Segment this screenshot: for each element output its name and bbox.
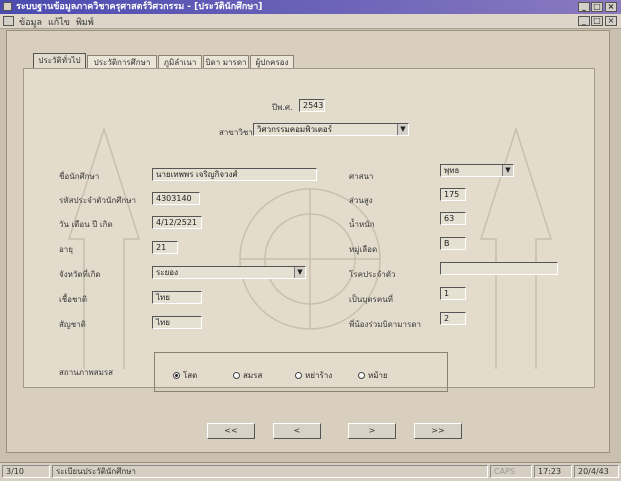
chronic-disease-field[interactable]: [440, 262, 558, 275]
document-icon[interactable]: [3, 16, 14, 26]
nationality-field[interactable]: ไทย: [152, 316, 202, 329]
weight-label: น้ำหนัก: [349, 220, 375, 229]
chevron-down-icon[interactable]: ▼: [397, 124, 408, 135]
child-restore-icon[interactable]: □: [591, 16, 603, 26]
title-bar: ระบบฐานข้อมูลภาควิชาครุศาสตร์วิศวกรรม - …: [0, 0, 621, 14]
menu-data[interactable]: ข้อมูล: [19, 15, 42, 29]
tab-general-history[interactable]: ประวัติทั่วไป: [33, 53, 86, 69]
program-select[interactable]: วิศวกรรมคอมพิวเตอร์ ▼: [253, 123, 409, 136]
first-record-button[interactable]: <<: [207, 423, 255, 439]
marital-married-radio[interactable]: สมรส: [233, 369, 262, 382]
marital-divorced-radio[interactable]: หย่าร้าง: [295, 369, 332, 382]
marital-widowed-radio[interactable]: หม้าย: [358, 369, 388, 382]
child-order-label: เป็นบุตรคนที่: [349, 295, 393, 304]
religion-label: ศาสนา: [349, 172, 374, 181]
nationality-label: สัญชาติ: [59, 320, 86, 329]
chronic-disease-label: โรคประจำตัว: [349, 270, 396, 279]
marital-status-label: สถานภาพสมรส: [59, 368, 114, 377]
birthdate-field[interactable]: 4/12/2521: [152, 216, 202, 229]
menu-edit[interactable]: แก้ไข: [48, 15, 70, 29]
religion-value: พุทธ: [444, 166, 460, 175]
chevron-down-icon[interactable]: ▼: [294, 267, 305, 278]
year-field[interactable]: 2543: [299, 99, 325, 112]
child-minimize-icon[interactable]: _: [578, 16, 590, 26]
student-id-label: รหัสประจำตัวนักศึกษา: [59, 196, 136, 205]
age-field[interactable]: 21: [152, 241, 178, 254]
religion-select[interactable]: พุทธ ▼: [440, 164, 514, 177]
tab-hometown[interactable]: ภูมิลำเนา: [158, 55, 202, 69]
radio-icon: [358, 372, 365, 379]
tab-guardian[interactable]: ผู้ปกครอง: [250, 55, 294, 69]
status-date: 20/4/43: [574, 465, 619, 478]
previous-record-button[interactable]: <: [273, 423, 321, 439]
siblings-label: พี่น้องร่วมบิดามารดา: [349, 320, 422, 329]
radio-label: โสด: [183, 371, 198, 380]
birth-province-value: ระยอง: [156, 268, 178, 277]
caps-indicator: CAPS: [490, 465, 532, 478]
child-close-icon[interactable]: ×: [605, 16, 617, 26]
birth-province-label: จังหวัดที่เกิด: [59, 270, 101, 279]
year-label: ปีพ.ศ.: [272, 103, 293, 112]
program-label: สาขาวิชา: [219, 128, 253, 137]
blood-type-label: หมู่เลือด: [349, 245, 378, 254]
radio-icon: [295, 372, 302, 379]
window-title: ระบบฐานข้อมูลภาควิชาครุศาสตร์วิศวกรรม - …: [16, 2, 263, 12]
radio-label: หม้าย: [368, 371, 388, 380]
height-field[interactable]: 175: [440, 188, 466, 201]
tab-education-history[interactable]: ประวัติการศึกษา: [87, 55, 157, 69]
status-bar: 3/10 ระเบียนประวัตินักศึกษา CAPS 17:23 2…: [0, 462, 621, 481]
menu-bar: ข้อมูล แก้ไข พิมพ์ _ □ ×: [0, 14, 621, 29]
status-time: 17:23: [534, 465, 572, 478]
ethnicity-field[interactable]: ไทย: [152, 291, 202, 304]
record-counter: 3/10: [2, 465, 50, 478]
minimize-icon[interactable]: _: [578, 2, 590, 12]
radio-label: สมรส: [243, 371, 263, 380]
birthdate-label: วัน เดือน ปี เกิด: [59, 220, 113, 229]
next-record-button[interactable]: >: [348, 423, 396, 439]
child-order-field[interactable]: 1: [440, 287, 466, 300]
radio-label: หย่าร้าง: [305, 371, 333, 380]
siblings-field[interactable]: 2: [440, 312, 466, 325]
chevron-down-icon[interactable]: ▼: [502, 165, 513, 176]
ethnicity-label: เชื้อชาติ: [59, 295, 88, 304]
age-label: อายุ: [59, 245, 73, 254]
menu-print[interactable]: พิมพ์: [76, 15, 94, 29]
program-value: วิศวกรรมคอมพิวเตอร์: [257, 125, 332, 134]
weight-field[interactable]: 63: [440, 212, 466, 225]
close-icon[interactable]: ×: [605, 2, 617, 12]
status-form-name: ระเบียนประวัตินักศึกษา: [52, 465, 488, 478]
app-icon: [3, 2, 12, 11]
student-name-label: ชื่อนักศึกษา: [59, 172, 100, 181]
radio-icon: [233, 372, 240, 379]
student-id-field[interactable]: 4303140: [152, 192, 200, 205]
tab-parents[interactable]: บิดา มารดา: [203, 55, 249, 69]
marital-single-radio[interactable]: โสด: [173, 369, 197, 382]
student-name-field[interactable]: นายเทพพร เจริญกิจวงศ์: [152, 168, 317, 181]
radio-selected-icon: [173, 372, 180, 379]
maximize-icon[interactable]: □: [591, 2, 603, 12]
height-label: ส่วนสูง: [349, 196, 373, 205]
birth-province-select[interactable]: ระยอง ▼: [152, 266, 306, 279]
last-record-button[interactable]: >>: [414, 423, 462, 439]
blood-type-field[interactable]: B: [440, 237, 466, 250]
